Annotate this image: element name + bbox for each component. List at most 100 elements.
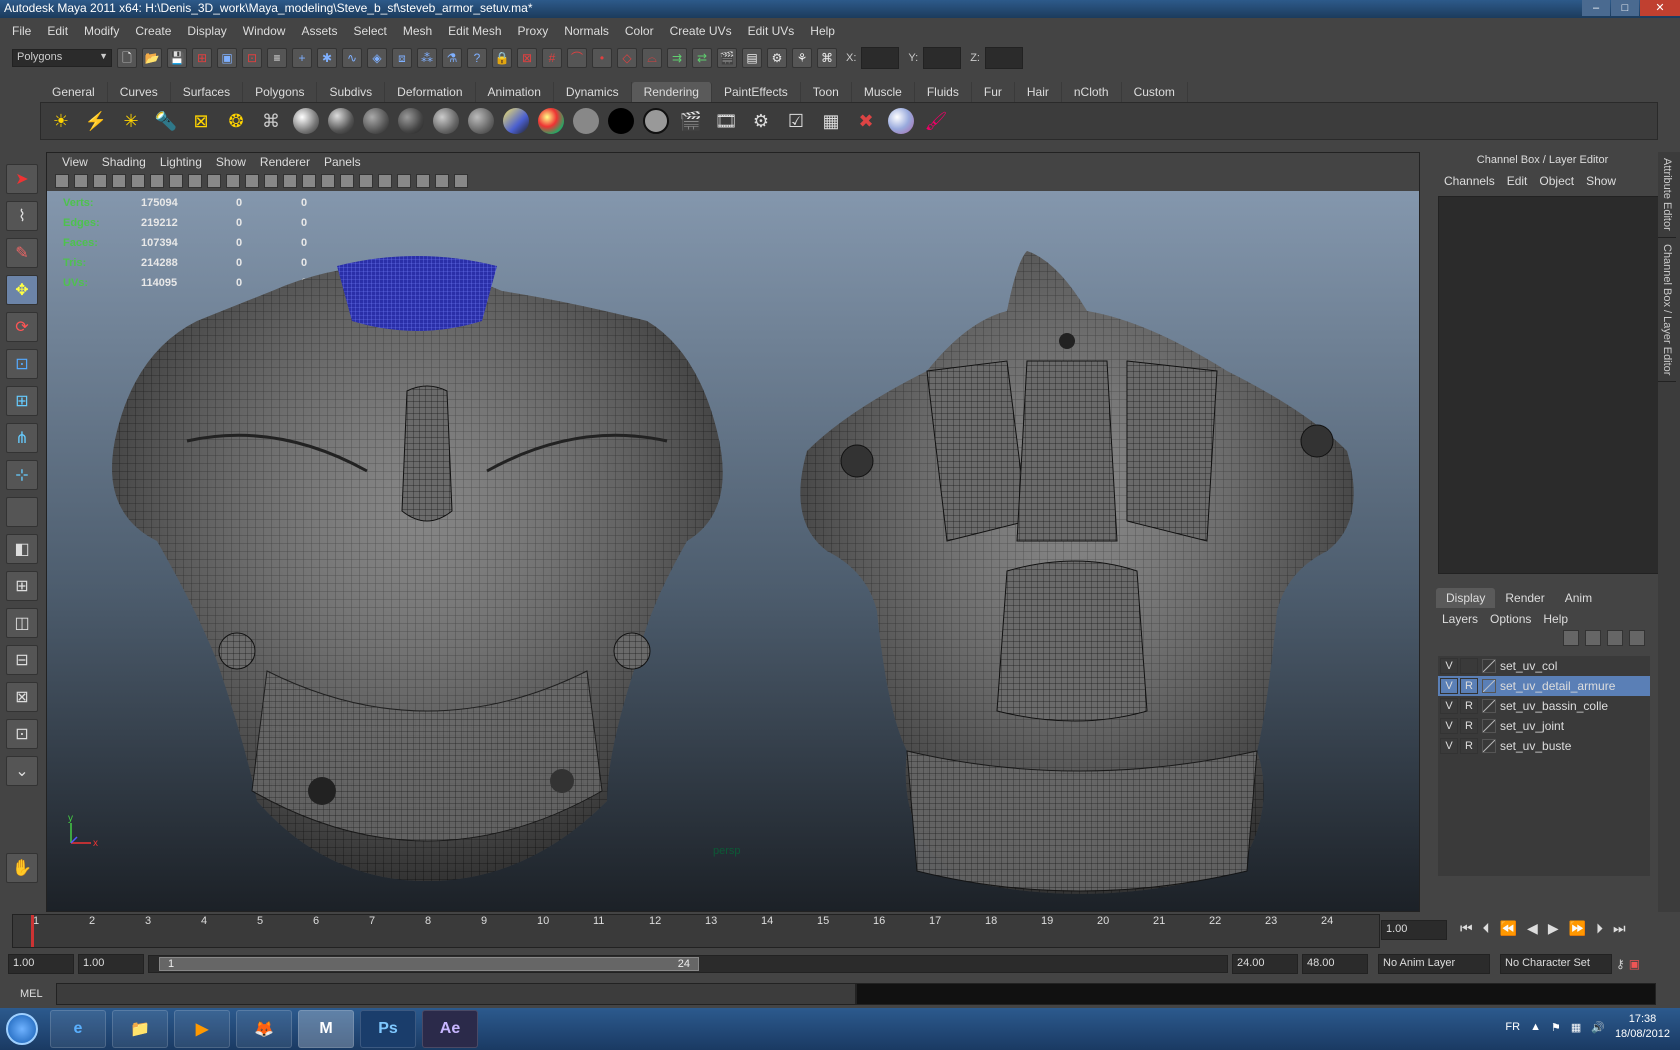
resolution-gate-icon[interactable] — [188, 174, 202, 188]
step-forward-key-icon[interactable]: ⏩ — [1569, 920, 1586, 937]
film-gate-icon[interactable] — [169, 174, 183, 188]
network-icon[interactable]: ▦ — [1571, 1021, 1581, 1034]
after-effects-icon[interactable]: Ae — [422, 1010, 478, 1048]
command-language-label[interactable]: MEL — [0, 988, 56, 1000]
ipr-render-icon[interactable]: ▤ — [742, 48, 762, 68]
save-scene-icon[interactable]: 💾 — [167, 48, 187, 68]
layer-menu-help[interactable]: Help — [1537, 612, 1574, 626]
shelf-tab-hair[interactable]: Hair — [1015, 82, 1062, 102]
shelf-tab-fluids[interactable]: Fluids — [915, 82, 972, 102]
layer-menu-layers[interactable]: Layers — [1436, 612, 1484, 626]
layer-color-swatch[interactable] — [1482, 679, 1496, 693]
panel-menu-lighting[interactable]: Lighting — [153, 155, 209, 169]
layout-options-icon[interactable]: ⌄ — [6, 756, 38, 786]
volume-light-icon[interactable]: ❂ — [222, 107, 250, 135]
menu-window[interactable]: Window — [235, 24, 294, 38]
time-slider[interactable]: 1 2 3 4 5 6 7 8 9 10 11 12 13 14 15 16 1… — [12, 914, 1380, 948]
layered-sphere-icon[interactable] — [432, 107, 460, 135]
panel-menu-show[interactable]: Show — [209, 155, 253, 169]
soft-mod-tool-icon[interactable]: ⋔ — [6, 423, 38, 453]
ipr-icon[interactable]: 🎞 — [712, 107, 740, 135]
action-center-icon[interactable]: ⚑ — [1551, 1021, 1561, 1034]
highlight-selection-icon[interactable]: ⊠ — [517, 48, 537, 68]
layer-color-swatch[interactable] — [1482, 719, 1496, 733]
layer-row[interactable]: V R set_uv_buste — [1438, 736, 1650, 756]
shelf-tab-ncloth[interactable]: nCloth — [1062, 82, 1122, 102]
layer-visibility-toggle[interactable]: V — [1440, 738, 1458, 754]
isolate-select-icon[interactable] — [397, 174, 411, 188]
show-manipulator-icon[interactable]: ⊹ — [6, 460, 38, 490]
phong-sphere-icon[interactable] — [467, 107, 495, 135]
menu-normals[interactable]: Normals — [556, 24, 617, 38]
layer-color-swatch[interactable] — [1482, 699, 1496, 713]
manipulator-tool-icon[interactable]: ⊞ — [6, 386, 38, 416]
z-field[interactable] — [984, 47, 1023, 69]
safe-action-icon[interactable] — [245, 174, 259, 188]
render-mask-icon[interactable]: ⚗ — [442, 48, 462, 68]
misc-mask-icon[interactable]: ? — [467, 48, 487, 68]
shelf-tab-curves[interactable]: Curves — [108, 82, 171, 102]
command-input[interactable] — [56, 983, 856, 1005]
channel-menu-channels[interactable]: Channels — [1438, 174, 1501, 188]
layer-tab-render[interactable]: Render — [1495, 588, 1554, 608]
minimize-button[interactable]: – — [1582, 0, 1610, 16]
current-time-indicator[interactable] — [31, 915, 34, 947]
shelf-tab-rendering[interactable]: Rendering — [631, 82, 712, 102]
last-tool-icon[interactable] — [6, 497, 38, 527]
blinn-sphere-icon[interactable] — [362, 107, 390, 135]
shelf-tab-animation[interactable]: Animation — [476, 82, 554, 102]
snap-options-icon[interactable]: ⌘ — [817, 48, 837, 68]
paint-brush-icon[interactable]: 🖌 — [922, 107, 950, 135]
select-component-icon[interactable]: ⊡ — [242, 48, 262, 68]
layer-menu-options[interactable]: Options — [1484, 612, 1537, 626]
lock-selection-icon[interactable]: 🔒 — [492, 48, 512, 68]
scale-tool-icon[interactable]: ⊡ — [6, 349, 38, 379]
deform-mask-icon[interactable]: ⧈ — [392, 48, 412, 68]
menu-edit-uvs[interactable]: Edit UVs — [740, 24, 803, 38]
shelf-tab-deformation[interactable]: Deformation — [385, 82, 476, 102]
menu-edit-mesh[interactable]: Edit Mesh — [440, 24, 509, 38]
step-forward-frame-icon[interactable]: ⏵ — [1596, 920, 1603, 937]
layer-row[interactable]: V R set_uv_bassin_colle — [1438, 696, 1650, 716]
bookmark-icon[interactable] — [74, 174, 88, 188]
go-to-start-icon[interactable]: ⏮ — [1460, 920, 1473, 937]
layer-visibility-toggle[interactable]: V — [1440, 678, 1458, 694]
menu-create-uvs[interactable]: Create UVs — [662, 24, 740, 38]
grid-icon[interactable] — [150, 174, 164, 188]
panel-menu-view[interactable]: View — [55, 155, 95, 169]
dynamics-mask-icon[interactable]: ⁂ — [417, 48, 437, 68]
layer-color-swatch[interactable] — [1482, 739, 1496, 753]
render-settings-icon[interactable]: ⚙ — [767, 48, 787, 68]
shelf-tab-toon[interactable]: Toon — [801, 82, 852, 102]
channel-box-tab[interactable]: Channel Box / Layer Editor — [1658, 238, 1676, 383]
quick-layout-icon[interactable]: ✋ — [6, 853, 38, 883]
render-settings-shelf-icon[interactable]: ⚙ — [747, 107, 775, 135]
cancel-render-icon[interactable]: ✖ — [852, 107, 880, 135]
shading-group-icon[interactable] — [642, 107, 670, 135]
start-time-field[interactable]: 1.00 — [8, 954, 74, 974]
persp-hypergraph-layout-icon[interactable]: ⊠ — [6, 682, 38, 712]
input-language[interactable]: FR — [1505, 1021, 1520, 1033]
panel-menu-shading[interactable]: Shading — [95, 155, 153, 169]
two-d-pan-icon[interactable] — [112, 174, 126, 188]
select-tool-icon[interactable]: ➤ — [6, 164, 38, 194]
area-light-icon[interactable]: ⊠ — [187, 107, 215, 135]
close-button[interactable]: ✕ — [1640, 0, 1680, 16]
persp-graph-hypergraph-icon[interactable]: ⊡ — [6, 719, 38, 749]
menu-display[interactable]: Display — [179, 24, 234, 38]
file-explorer-icon[interactable]: 📁 — [112, 1010, 168, 1048]
range-slider-thumb[interactable]: 1 24 — [159, 957, 699, 971]
point-light-icon[interactable]: ✳ — [117, 107, 145, 135]
layer-visibility-toggle[interactable]: V — [1440, 658, 1458, 674]
shelf-tab-custom[interactable]: Custom — [1122, 82, 1188, 102]
joint-mask-icon[interactable]: ✱ — [317, 48, 337, 68]
layer-reference-toggle[interactable] — [1460, 658, 1478, 674]
four-view-layout-icon[interactable]: ⊞ — [6, 571, 38, 601]
layer-reference-toggle[interactable]: R — [1460, 678, 1478, 694]
wireframe-on-shaded-icon[interactable] — [321, 174, 335, 188]
new-scene-icon[interactable]: 🗋 — [117, 48, 137, 68]
new-layer-icon[interactable] — [1607, 630, 1623, 646]
shadows-icon[interactable] — [378, 174, 392, 188]
safe-title-icon[interactable] — [264, 174, 278, 188]
gate-mask-icon[interactable] — [207, 174, 221, 188]
